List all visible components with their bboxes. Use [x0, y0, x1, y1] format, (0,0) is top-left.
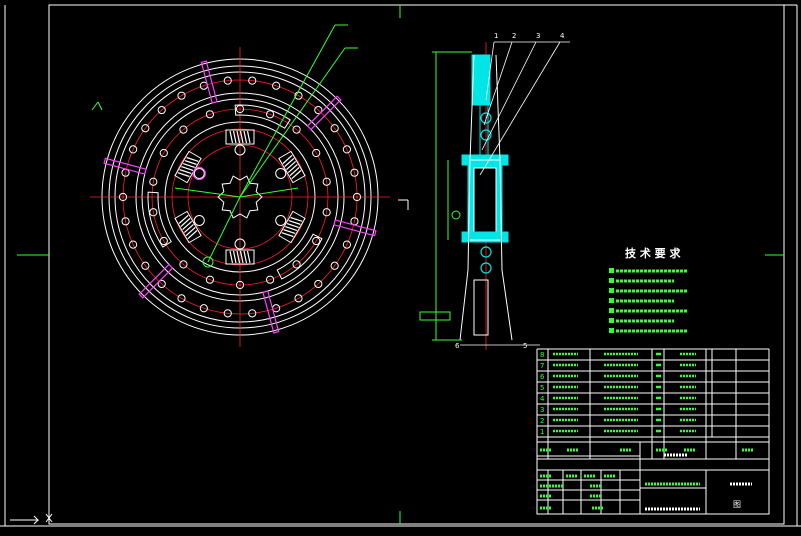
spring-coil: [236, 250, 241, 264]
hub-bore: [473, 167, 497, 233]
tech-bullet: [609, 328, 614, 333]
frame-center-marks: [17, 5, 784, 524]
tech-bullet: [609, 288, 614, 293]
friction-lining-top: [471, 54, 491, 106]
view-mark: [97, 101, 103, 111]
part-row-number: 7: [540, 362, 544, 370]
title-block: 图: [536, 441, 770, 515]
hub-hole: [193, 168, 205, 179]
dimension-box: [419, 311, 451, 321]
spring-coil: [232, 250, 237, 264]
ucs-icon: [10, 513, 53, 525]
spring-coil: [289, 167, 300, 177]
spring-coil: [183, 223, 194, 234]
arc-window: [276, 233, 323, 280]
tech-bullet: [609, 298, 614, 303]
clutch-disc-section-view: 1 2 3 4 6 5: [419, 32, 570, 350]
hub-hole: [193, 215, 205, 226]
spring-coil: [229, 250, 234, 264]
spring-coil: [180, 217, 191, 227]
part-row-number: 5: [540, 384, 544, 392]
spring-coil: [243, 130, 248, 144]
spring-coil: [282, 154, 293, 164]
part-leader: [479, 41, 561, 176]
part-number-label: 2: [512, 32, 516, 40]
leader-line: [239, 24, 336, 198]
leader-line: [207, 196, 241, 263]
part-number-label: 5: [523, 342, 527, 350]
sign-label: 图: [733, 500, 741, 509]
radial-slot: [333, 219, 377, 237]
spring-coil: [232, 130, 237, 144]
part-row-number: 6: [540, 373, 545, 381]
spring-coil: [185, 227, 196, 237]
spring-coil: [239, 250, 244, 264]
part-row-number: 1: [540, 428, 544, 436]
hub-hole-highlight: [192, 166, 206, 181]
spring-coil: [287, 163, 298, 174]
tech-bullet: [609, 318, 614, 323]
spring-coil: [236, 130, 241, 144]
item-balloon: [451, 210, 461, 220]
tech-bullet: [609, 268, 614, 273]
tech-bullet: [609, 308, 614, 313]
leader-line: [239, 187, 299, 198]
part-row-number: 8: [540, 351, 544, 359]
radial-slot: [103, 157, 147, 175]
spring-coil: [246, 250, 251, 264]
spring-coil: [243, 250, 248, 264]
part-number-label: 4: [560, 32, 565, 40]
part-number-label: 6: [455, 342, 460, 350]
spring-coil: [178, 214, 189, 224]
spring-coil: [291, 170, 302, 180]
cad-drawing-canvas: 1 2 3 4 6 5 技 术 要 求 8 7 6 5 4 3 2 1 图: [0, 4, 801, 527]
spring-coil: [182, 220, 193, 231]
part-number-label: 1: [494, 32, 498, 40]
tech-bullet: [609, 278, 614, 283]
spring-coil: [286, 160, 297, 171]
part-number-label: 3: [536, 32, 540, 40]
spring-coil: [239, 130, 244, 144]
hub-hole: [275, 168, 287, 179]
tech-requirements-title: 技 术 要 求: [625, 246, 681, 260]
spring-coil: [229, 130, 234, 144]
spring-coil: [246, 130, 251, 144]
part-row-number: 4: [540, 395, 545, 403]
technical-requirements: 技 术 要 求: [609, 246, 688, 333]
part-row-number: 2: [540, 417, 544, 425]
tech-requirements-lines: [609, 268, 688, 333]
spring-coil: [284, 157, 295, 167]
clutch-disc-front-view: [90, 24, 409, 347]
spring-coil: [187, 230, 198, 240]
view-mark: [91, 101, 99, 111]
hub-hole: [275, 215, 287, 226]
leader-line: [239, 47, 346, 198]
leader-line: [174, 187, 241, 198]
part-row-number: 3: [540, 406, 544, 414]
